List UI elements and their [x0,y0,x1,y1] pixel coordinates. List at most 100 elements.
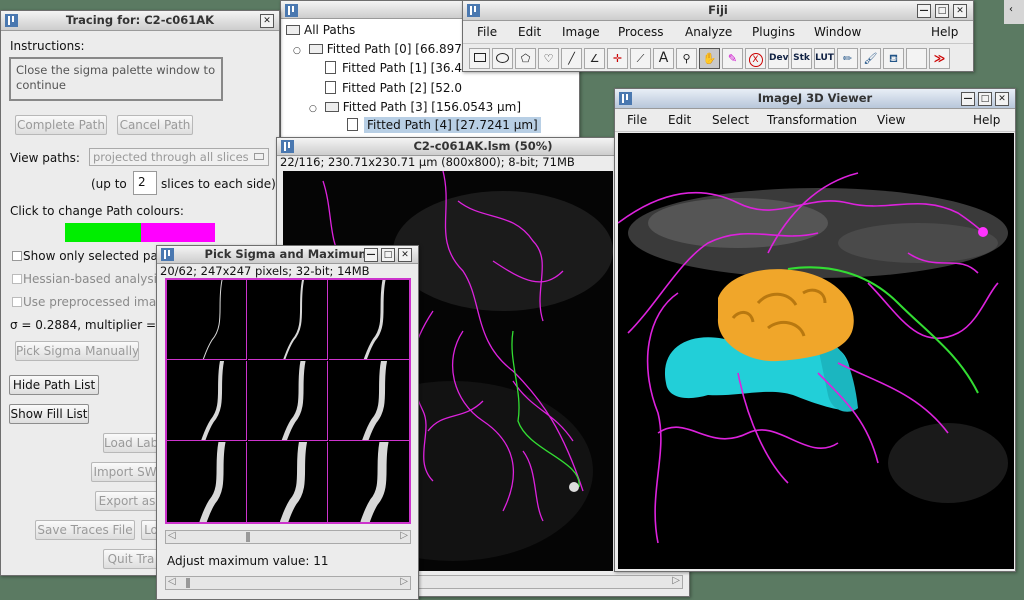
more-tools[interactable]: ≫ [929,48,950,69]
blank-tool[interactable] [906,48,927,69]
menu-file[interactable]: File [477,25,497,39]
hide-path-list-button[interactable]: Hide Path List [9,375,99,395]
x-tool[interactable]: X [745,48,766,69]
rectangle-tool[interactable] [469,48,490,69]
cancel-path-button[interactable]: Cancel Path [117,115,193,135]
save-traces-button[interactable]: Save Traces File [35,520,135,540]
desktop-scrollbar-stub[interactable]: ‹ [1004,0,1024,24]
import-swc-button[interactable]: Import SW [91,462,159,482]
fiji-titlebar[interactable]: Fiji — □ ✕ [463,1,973,21]
sigma-cell[interactable] [248,442,328,522]
maximize-button[interactable]: □ [935,4,949,18]
color-picker-tool[interactable]: ✎ [722,48,743,69]
scroll-thumb[interactable] [246,532,250,542]
pick-sigma-button[interactable]: Pick Sigma Manually [15,341,139,361]
viewer3d-canvas[interactable] [618,133,1014,569]
menu-plugins[interactable]: Plugins [752,25,795,39]
sigma-titlebar[interactable]: Pick Sigma and Maximum — □ ✕ [157,246,418,264]
dev-tool[interactable]: Dev [768,48,789,69]
adjust-max-scrollbar[interactable]: ◁ ▷ [165,576,411,590]
hand-tool[interactable]: ✋ [699,48,720,69]
tree-node-3[interactable]: ○ Fitted Path [3] [156.0543 µm] [309,100,521,114]
menu-edit[interactable]: Edit [518,25,541,39]
line-tool[interactable]: ╱ [561,48,582,69]
tree-node-2[interactable]: Fitted Path [2] [52.0 [325,81,462,95]
show-selected-checkbox[interactable] [12,251,22,261]
menu-edit[interactable]: Edit [668,113,691,127]
load-labels-button[interactable]: Load Lab [103,433,159,453]
menu-analyze[interactable]: Analyze [685,25,732,39]
show-fill-list-button[interactable]: Show Fill List [9,404,89,424]
sigma-cell[interactable] [329,361,409,441]
close-button[interactable]: ✕ [398,248,412,262]
sigma-cell[interactable] [248,280,328,360]
menu-image[interactable]: Image [562,25,600,39]
sigma-title: Pick Sigma and Maximum [204,247,371,261]
polygon-tool[interactable]: ⬠ [515,48,536,69]
menu-select[interactable]: Select [712,113,749,127]
expand-icon[interactable]: ○ [293,46,301,56]
colour-swatch-b[interactable] [141,223,215,242]
neurite-thumbnail [280,442,307,522]
lut-tool[interactable]: LUT [814,48,835,69]
close-button[interactable]: ✕ [995,92,1009,106]
close-button[interactable]: ✕ [260,14,274,28]
quit-tracing-button[interactable]: Quit Tra [103,549,159,569]
neurite-thumbnail [362,361,387,440]
sigma-grid[interactable] [165,278,411,524]
menu-file[interactable]: File [627,113,647,127]
minimize-button[interactable]: — [961,92,975,106]
tree-node-label: Fitted Path [2] [52.0 [342,81,462,95]
preprocessed-checkbox[interactable] [12,297,22,307]
folder-icon [286,25,300,35]
menu-process[interactable]: Process [618,25,664,39]
sigma-cell[interactable] [248,361,328,441]
sigma-cell[interactable] [329,280,409,360]
menu-help[interactable]: Help [973,113,1000,127]
angle-tool[interactable]: ∠ [584,48,605,69]
sigma-cell[interactable] [167,361,247,441]
minimize-button[interactable]: — [364,248,378,262]
wand-icon: ⟋ [636,52,645,65]
flood-fill-tool[interactable]: ⛾ [883,48,904,69]
complete-path-button[interactable]: Complete Path [15,115,107,135]
point-tool[interactable]: ✛ [607,48,628,69]
neurite-shape [363,280,386,359]
tree-node-0[interactable]: ○ Fitted Path [0] [66.8979 [293,42,470,56]
menu-help[interactable]: Help [931,25,958,39]
tracing-titlebar[interactable]: Tracing for: C2-c061AK ✕ [1,11,279,31]
sigma-cell[interactable] [167,280,247,360]
tree-all-paths[interactable]: All Paths [286,23,355,37]
tree-node-1[interactable]: Fitted Path [1] [36.4 [325,61,462,75]
hessian-checkbox[interactable] [12,274,22,284]
scroll-thumb[interactable] [186,578,190,588]
freehand-tool[interactable]: ♡ [538,48,559,69]
menu-transformation[interactable]: Transformation [767,113,857,127]
pencil-tool[interactable]: ✏ [837,48,858,69]
minimize-button[interactable]: — [917,4,931,18]
viewer3d-titlebar[interactable]: ImageJ 3D Viewer — □ ✕ [615,89,1015,109]
close-button[interactable]: ✕ [953,4,967,18]
maximize-button[interactable]: □ [381,248,395,262]
tree-node-4[interactable]: Fitted Path [4] [27.7241 µm] [347,117,541,133]
export-as-button[interactable]: Export as [95,491,159,511]
sigma-slice-scrollbar[interactable]: ◁ ▷ [165,530,411,544]
oval-tool[interactable] [492,48,513,69]
text-tool[interactable]: A [653,48,674,69]
expand-icon[interactable]: ○ [309,104,317,114]
menu-view[interactable]: View [877,113,905,127]
colour-swatch-a[interactable] [65,223,141,242]
wand-tool[interactable]: ⟋ [630,48,651,69]
brush-tool[interactable]: 🖌 [860,48,881,69]
view-paths-select[interactable]: projected through all slices [89,148,269,166]
sigma-cell[interactable] [167,442,247,522]
stk-tool[interactable]: Stk [791,48,812,69]
slices-input[interactable]: 2 [133,171,157,195]
menu-window[interactable]: Window [814,25,861,39]
tracing-title: Tracing for: C2-c061AK [65,13,215,27]
image-info: 22/116; 230.71x230.71 µm (800x800); 8-bi… [280,155,575,169]
sigma-cell[interactable] [329,442,409,522]
imagej-icon [619,92,632,105]
magnifier-tool[interactable]: ⚲ [676,48,697,69]
maximize-button[interactable]: □ [978,92,992,106]
